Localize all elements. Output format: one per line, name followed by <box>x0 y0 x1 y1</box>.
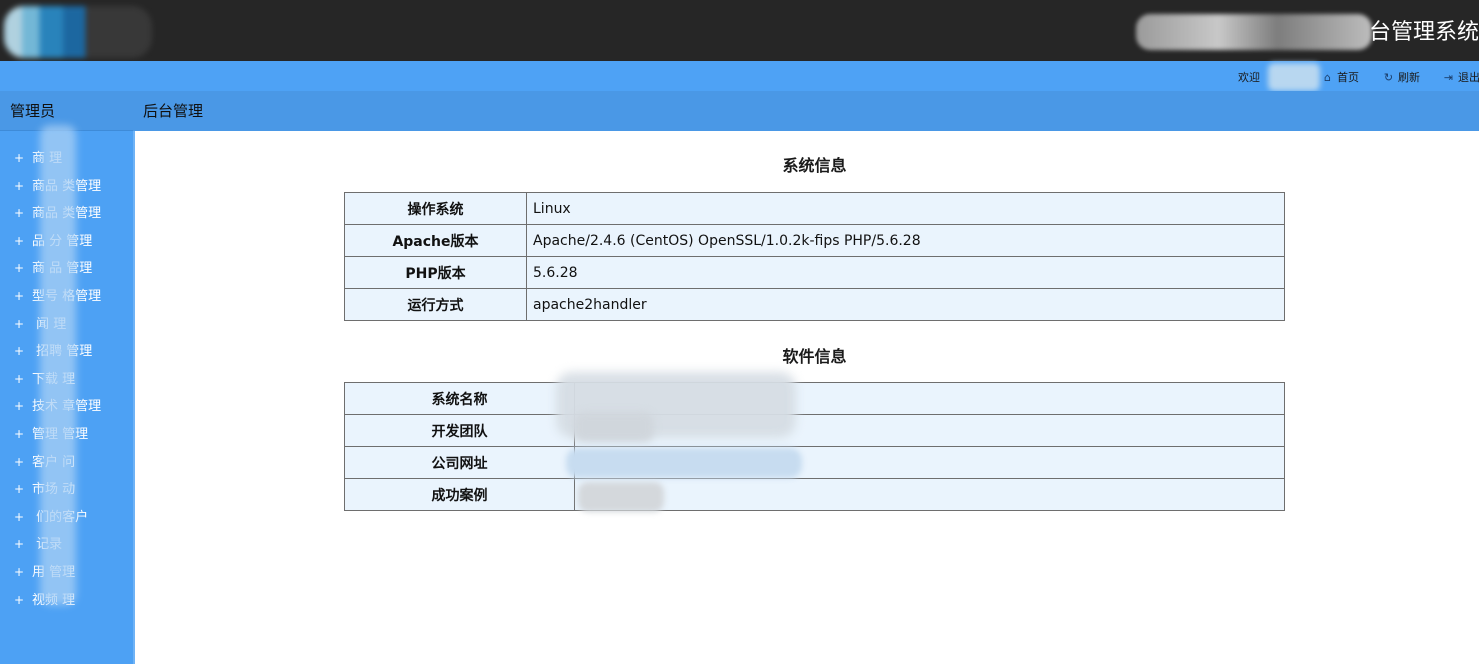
software-info-table: 系统名称 开发团队 公司网址 成功案例 <box>344 382 1285 511</box>
table-value: apache2handler <box>526 288 1285 321</box>
table-row: PHP版本 5.6.28 <box>344 256 1285 289</box>
plus-icon: + <box>14 399 25 414</box>
plus-icon: + <box>14 592 25 607</box>
plus-icon: + <box>14 316 25 331</box>
home-icon: ⌂ <box>1324 71 1331 84</box>
table-row: 操作系统 Linux <box>344 192 1285 225</box>
page-header: 后台管理 <box>133 91 1479 131</box>
title-redaction <box>1136 14 1372 50</box>
table-row: 运行方式 apache2handler <box>344 288 1285 321</box>
table-key: PHP版本 <box>344 256 527 289</box>
table-value <box>574 478 1285 511</box>
refresh-icon: ↻ <box>1383 71 1394 84</box>
header-strip: 欢迎 ⌂ 首页 ↻ 刷新 ⇥ 退出 <box>0 61 1479 91</box>
plus-icon: + <box>14 344 25 359</box>
table-key: 公司网址 <box>344 446 575 479</box>
plus-icon: + <box>14 288 25 303</box>
plus-icon: + <box>14 233 25 248</box>
table-row: 公司网址 <box>344 446 1285 479</box>
plus-icon: + <box>14 206 25 221</box>
page-title: 后台管理 <box>143 102 204 120</box>
welcome-text: 欢迎 <box>1238 71 1260 84</box>
table-value: Linux <box>526 192 1285 225</box>
divider <box>133 131 135 664</box>
table-row: Apache版本 Apache/2.4.6 (CentOS) OpenSSL/1… <box>344 224 1285 257</box>
plus-icon: + <box>14 371 25 386</box>
table-value: 5.6.28 <box>526 256 1285 289</box>
home-link[interactable]: ⌂ 首页 <box>1322 69 1359 85</box>
logout-link[interactable]: ⇥ 退出 <box>1443 69 1479 85</box>
logout-label: 退出 <box>1458 71 1479 84</box>
system-info-table: 操作系统 Linux Apache版本 Apache/2.4.6 (CentOS… <box>344 192 1285 321</box>
plus-icon: + <box>14 564 25 579</box>
sidebar-redaction <box>40 125 76 605</box>
home-label: 首页 <box>1337 71 1359 84</box>
plus-icon: + <box>14 426 25 441</box>
plus-icon: + <box>14 178 25 193</box>
plus-icon: + <box>14 261 25 276</box>
table-key: Apache版本 <box>344 224 527 257</box>
table-key: 成功案例 <box>344 478 575 511</box>
top-bar: 台管理系统 <box>0 0 1479 61</box>
plus-icon: + <box>14 537 25 552</box>
system-info-title: 系统信息 <box>782 156 847 175</box>
table-key: 操作系统 <box>344 192 527 225</box>
username-redaction <box>1268 63 1320 91</box>
system-title: 台管理系统 <box>1368 20 1479 45</box>
table-value: Apache/2.4.6 (CentOS) OpenSSL/1.0.2k-fip… <box>526 224 1285 257</box>
table-key: 系统名称 <box>344 382 575 415</box>
refresh-link[interactable]: ↻ 刷新 <box>1383 69 1420 85</box>
plus-icon: + <box>14 454 25 469</box>
plus-icon: + <box>14 151 25 165</box>
logo <box>4 6 152 58</box>
table-key: 运行方式 <box>344 288 527 321</box>
redaction-blur <box>566 448 802 478</box>
logout-icon: ⇥ <box>1443 71 1454 84</box>
redaction-blur <box>574 412 654 442</box>
plus-icon: + <box>14 509 25 524</box>
refresh-label: 刷新 <box>1398 71 1420 84</box>
table-row: 开发团队 <box>344 414 1285 447</box>
software-info-title: 软件信息 <box>782 347 847 366</box>
redaction-blur <box>578 482 664 512</box>
table-key: 开发团队 <box>344 414 575 447</box>
table-row: 成功案例 <box>344 478 1285 511</box>
table-row: 系统名称 <box>344 382 1285 415</box>
plus-icon: + <box>14 482 25 497</box>
